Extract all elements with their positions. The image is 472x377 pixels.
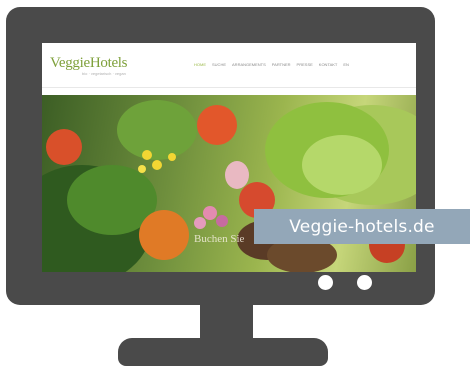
nav-item-arrangements[interactable]: Arrangements xyxy=(232,62,266,67)
monitor-button-left xyxy=(318,275,333,290)
hero-caption: Buchen Sie xyxy=(194,233,245,245)
hero-image: Buchen Sie xyxy=(42,95,416,272)
site-logo[interactable]: VeggieHotels xyxy=(50,55,128,72)
monitor-frame: VeggieHotels bio · vegetarisch · vegan H… xyxy=(6,7,435,305)
stage: VeggieHotels bio · vegetarisch · vegan H… xyxy=(0,0,472,377)
nav-item-suche[interactable]: Suche xyxy=(212,62,226,67)
salad-illustration xyxy=(42,100,416,272)
domain-banner: Veggie-hotels.de xyxy=(254,209,470,244)
domain-text: Veggie-hotels.de xyxy=(289,216,435,237)
monitor-stand-base xyxy=(118,338,328,366)
monitor-button-right xyxy=(357,275,372,290)
site-tagline: bio · vegetarisch · vegan xyxy=(82,71,126,76)
nav-item-partner[interactable]: Partner xyxy=(272,62,291,67)
site-header: VeggieHotels bio · vegetarisch · vegan H… xyxy=(42,43,416,88)
nav-item-language[interactable]: EN xyxy=(343,62,349,67)
nav-item-presse[interactable]: Presse xyxy=(297,62,313,67)
nav-item-home[interactable]: Home xyxy=(194,62,206,67)
main-nav: Home Suche Arrangements Partner Presse K… xyxy=(194,62,349,67)
nav-item-kontakt[interactable]: Kontakt xyxy=(319,62,338,67)
